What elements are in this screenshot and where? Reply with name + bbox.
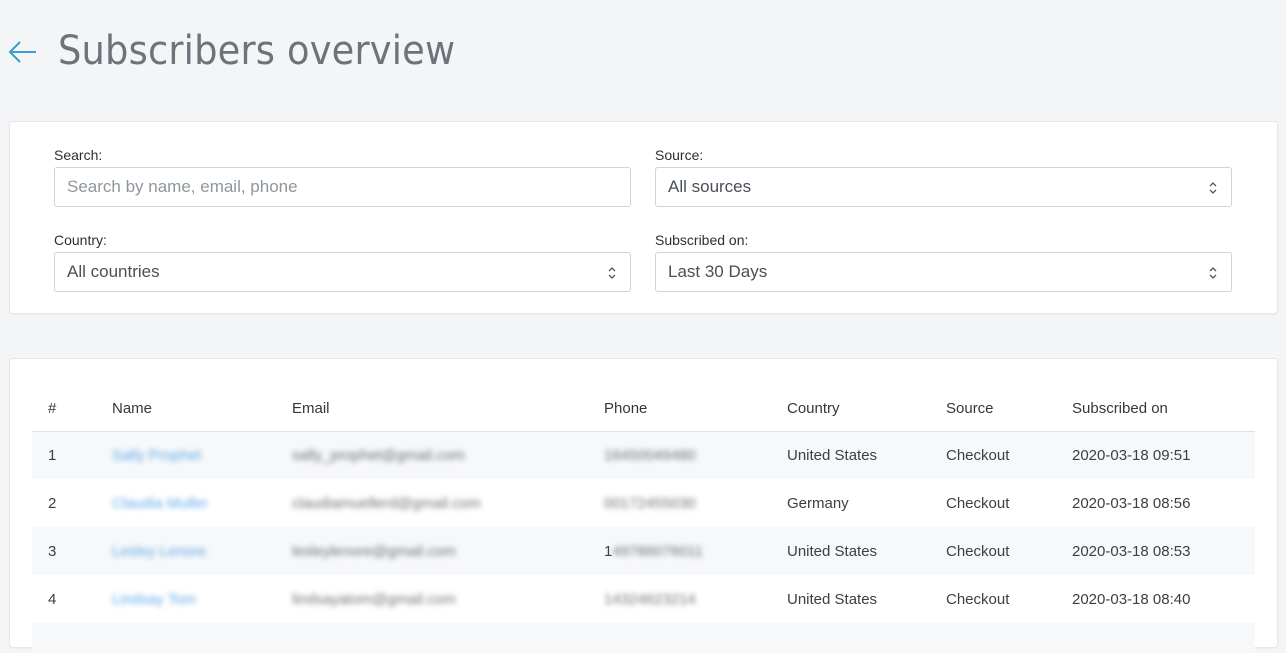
- search-input[interactable]: [54, 167, 631, 207]
- subscriber-phone: 00172455030: [604, 494, 696, 512]
- select-arrows-icon: [1209, 267, 1217, 279]
- subscriber-source: Checkout: [930, 431, 1056, 479]
- source-label: Source:: [655, 147, 704, 163]
- search-label: Search:: [54, 147, 103, 163]
- subscriber-name-link[interactable]: Lindsay Tom: [112, 591, 196, 608]
- column-header-source[interactable]: Source: [930, 387, 1056, 432]
- subscriber-email: sally_prophet@gmail.com: [292, 446, 465, 464]
- select-arrows-icon: [608, 267, 616, 279]
- subscribed-on-field: Subscribed on: Last 30 Days: [655, 232, 1232, 292]
- table-row[interactable]: 2 Claudia Muller claudiamuellerd@gmail.c…: [32, 479, 1255, 527]
- subscriber-email: claudiamuellerd@gmail.com: [292, 494, 481, 512]
- subscriber-country: United States: [787, 590, 878, 608]
- select-arrows-icon: [1209, 182, 1217, 194]
- subscriber-phone: 16450049480: [604, 446, 696, 464]
- subscriber-email: lindsayatom@gmail.com: [292, 590, 456, 608]
- subscriber-date: 2020-03-18 09:51: [1056, 431, 1255, 479]
- subscribers-table: # Name Email Phone Country Source Subscr…: [32, 387, 1255, 653]
- subscriber-date: 2020-03-18 08:56: [1072, 494, 1191, 512]
- source-field: Source: All sources: [655, 147, 1232, 207]
- country-field: Country: All countries: [54, 232, 631, 292]
- country-select[interactable]: All countries: [54, 252, 631, 292]
- table-header-row: # Name Email Phone Country Source Subscr…: [32, 387, 1255, 432]
- column-header-name[interactable]: Name: [96, 387, 276, 432]
- subscriber-source: Checkout: [930, 527, 1056, 575]
- back-arrow-icon[interactable]: [8, 36, 38, 66]
- page-title: Subscribers overview: [58, 28, 456, 74]
- subscribed-on-select-value: Last 30 Days: [668, 262, 768, 281]
- table-row[interactable]: [32, 623, 1255, 653]
- subscriber-country: United States: [771, 527, 930, 575]
- subscriber-date: 2020-03-18 08:53: [1056, 527, 1255, 575]
- row-number: 1: [32, 431, 96, 479]
- subscriber-name-link[interactable]: Claudia Muller: [112, 495, 208, 512]
- table-row[interactable]: 4 Lindsay Tom lindsayatom@gmail.com 1432…: [32, 575, 1255, 623]
- column-header-subscribed-on[interactable]: Subscribed on: [1056, 387, 1255, 432]
- column-header-phone[interactable]: Phone: [588, 387, 771, 432]
- subscriber-name-link[interactable]: Lesley Lenore: [112, 543, 206, 560]
- subscriber-date: 2020-03-18 08:40: [1072, 590, 1191, 608]
- subscribed-on-select[interactable]: Last 30 Days: [655, 252, 1232, 292]
- row-number: 2: [48, 494, 57, 512]
- subscriber-country: United States: [771, 431, 930, 479]
- subscribed-on-label: Subscribed on:: [655, 232, 749, 248]
- subscriber-email: lesleylenore@gmail.com: [292, 542, 456, 560]
- column-header-number[interactable]: #: [32, 387, 96, 432]
- table-row[interactable]: 1 Sally Prophet sally_prophet@gmail.com …: [32, 431, 1255, 479]
- subscriber-phone: 14324623214: [604, 590, 696, 608]
- column-header-email[interactable]: Email: [276, 387, 588, 432]
- subscribers-table-panel: # Name Email Phone Country Source Subscr…: [9, 358, 1278, 653]
- row-number: 4: [48, 590, 57, 608]
- column-header-country[interactable]: Country: [771, 387, 930, 432]
- source-select[interactable]: All sources: [655, 167, 1232, 207]
- filter-panel: Search: Source: All sources Country: All…: [9, 121, 1278, 314]
- subscriber-source: Checkout: [946, 590, 1010, 608]
- search-field: Search:: [54, 147, 631, 207]
- table-row[interactable]: 3 Lesley Lenore lesleylenore@gmail.com 1…: [32, 527, 1255, 575]
- subscriber-phone: 49786076011: [612, 542, 703, 560]
- country-select-value: All countries: [67, 262, 160, 281]
- source-select-value: All sources: [668, 177, 752, 196]
- row-number: 3: [32, 527, 96, 575]
- subscriber-country: Germany: [787, 494, 849, 512]
- subscriber-source: Checkout: [946, 494, 1010, 512]
- country-label: Country:: [54, 232, 107, 248]
- subscriber-name-link[interactable]: Sally Prophet: [112, 447, 201, 464]
